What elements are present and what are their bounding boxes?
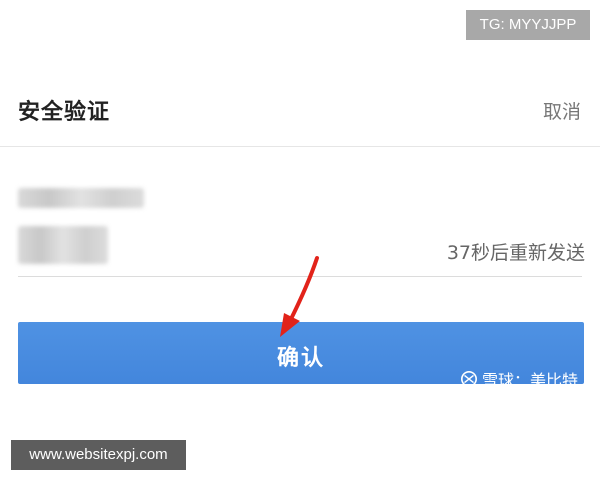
resend-countdown: 37秒后重新发送: [446, 242, 585, 264]
tg-watermark: TG: MYYJJPP: [466, 10, 590, 40]
red-arrow-icon: [280, 256, 319, 337]
verification-code-input[interactable]: [18, 226, 108, 264]
masked-phone-number: [18, 188, 144, 208]
cancel-button[interactable]: 取消: [543, 97, 581, 124]
masked-code-value: [18, 226, 108, 264]
xueqiu-logo-icon: [460, 370, 477, 388]
dialog-header: 安全验证 取消: [0, 80, 600, 140]
security-verification-screen: TG: MYYJJPP 安全验证 取消 37秒后重新发送 确认 雪球：美比特 w…: [0, 0, 600, 480]
page-title: 安全验证: [18, 100, 111, 125]
website-watermark: www.websitexpj.com: [11, 440, 186, 470]
header-divider: [0, 146, 600, 147]
xueqiu-watermark-text: 雪球：美比特: [481, 371, 578, 390]
xueqiu-watermark: 雪球：美比特: [460, 368, 578, 390]
